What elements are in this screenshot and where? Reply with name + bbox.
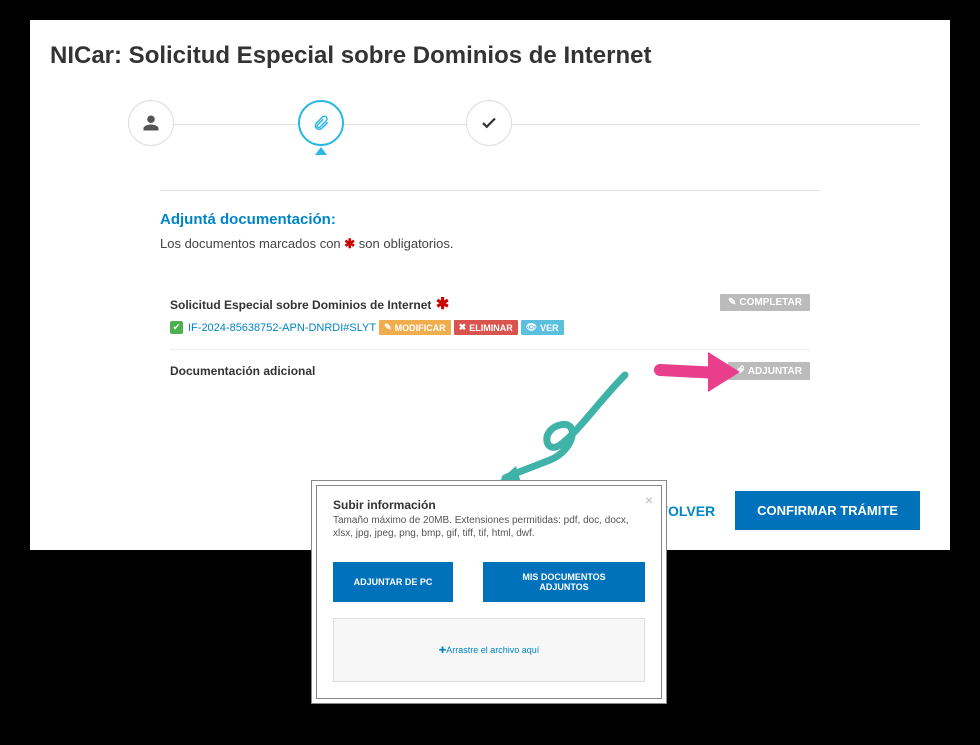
doc-file-line: ✔ IF-2024-85638752-APN-DNRDI#SLYT ✎MODIF…	[170, 320, 720, 335]
main-card: NICar: Solicitud Especial sobre Dominios…	[30, 20, 950, 550]
button-label: COMPLETAR	[739, 297, 802, 308]
x-icon: ✖	[459, 322, 467, 333]
eliminar-button[interactable]: ✖ELIMINAR	[454, 320, 518, 335]
mis-documentos-button[interactable]: MIS DOCUMENTOS ADJUNTOS	[483, 562, 645, 602]
required-star-icon: ✱	[344, 236, 355, 251]
doc-label: Solicitud Especial sobre Dominios de Int…	[170, 298, 431, 312]
adjuntar-de-pc-button[interactable]: ADJUNTAR DE PC	[333, 562, 453, 602]
documents-list: Solicitud Especial sobre Dominios de Int…	[160, 282, 820, 394]
step-1-person[interactable]	[128, 100, 174, 146]
volver-button[interactable]: VOLVER	[659, 503, 716, 519]
doc-label: Documentación adicional	[170, 364, 315, 378]
eye-icon: 👁	[526, 322, 537, 333]
modal-hint: Tamaño máximo de 20MB. Extensiones permi…	[333, 514, 645, 540]
doc-row-solicitud: Solicitud Especial sobre Dominios de Int…	[170, 282, 810, 349]
confirmar-tramite-button[interactable]: CONFIRMAR TRÁMITE	[735, 491, 920, 530]
close-button[interactable]: ×	[645, 492, 653, 508]
close-icon: ×	[645, 492, 653, 508]
required-hint: Los documentos marcados con ✱ son obliga…	[160, 236, 820, 252]
step-2-attach[interactable]	[298, 100, 344, 146]
modificar-button[interactable]: ✎MODIFICAR	[379, 320, 451, 335]
uploaded-file-link[interactable]: IF-2024-85638752-APN-DNRDI#SLYT	[188, 322, 376, 334]
upload-modal: × Subir información Tamaño máximo de 20M…	[316, 485, 662, 699]
drop-zone[interactable]: ✚ Arrastre el archivo aquí	[333, 618, 645, 682]
person-icon	[142, 114, 160, 132]
tag-label: ELIMINAR	[469, 323, 513, 333]
attach-section-title: Adjuntá documentación:	[160, 211, 820, 228]
stepper-line	[140, 124, 920, 125]
modal-title: Subir información	[333, 498, 645, 512]
button-label: ADJUNTAR	[748, 366, 802, 377]
tag-label: MODIFICAR	[395, 323, 446, 333]
tag-label: VER	[540, 323, 559, 333]
paperclip-icon	[312, 114, 330, 132]
pencil-icon: ✎	[384, 322, 392, 333]
adjuntar-button[interactable]: ADJUNTAR	[728, 362, 810, 380]
footer-actions: VOLVER CONFIRMAR TRÁMITE	[659, 491, 920, 530]
step-active-indicator	[315, 147, 327, 155]
hint-suffix: son obligatorios.	[355, 236, 453, 251]
paperclip-icon	[736, 365, 745, 377]
step-3-confirm[interactable]	[466, 100, 512, 146]
hint-prefix: Los documentos marcados con	[160, 236, 344, 251]
drop-zone-label: Arrastre el archivo aquí	[446, 645, 539, 655]
content-panel: Adjuntá documentación: Los documentos ma…	[160, 190, 820, 394]
completar-button[interactable]: ✎ COMPLETAR	[720, 294, 810, 311]
doc-left-block: Documentación adicional	[170, 362, 728, 380]
required-star-icon: ✱	[436, 296, 449, 313]
ver-button[interactable]: 👁VER	[521, 320, 564, 335]
plus-icon: ✚	[439, 645, 447, 656]
check-badge-icon: ✔	[170, 321, 183, 334]
modal-button-row: ADJUNTAR DE PC MIS DOCUMENTOS ADJUNTOS	[333, 562, 645, 602]
stepper	[30, 90, 950, 160]
doc-left-block: Solicitud Especial sobre Dominios de Int…	[170, 294, 720, 335]
check-icon	[480, 114, 498, 132]
doc-row-adicional: Documentación adicional ADJUNTAR	[170, 349, 810, 394]
page-title: NICar: Solicitud Especial sobre Dominios…	[30, 20, 950, 80]
pencil-icon: ✎	[728, 297, 736, 308]
